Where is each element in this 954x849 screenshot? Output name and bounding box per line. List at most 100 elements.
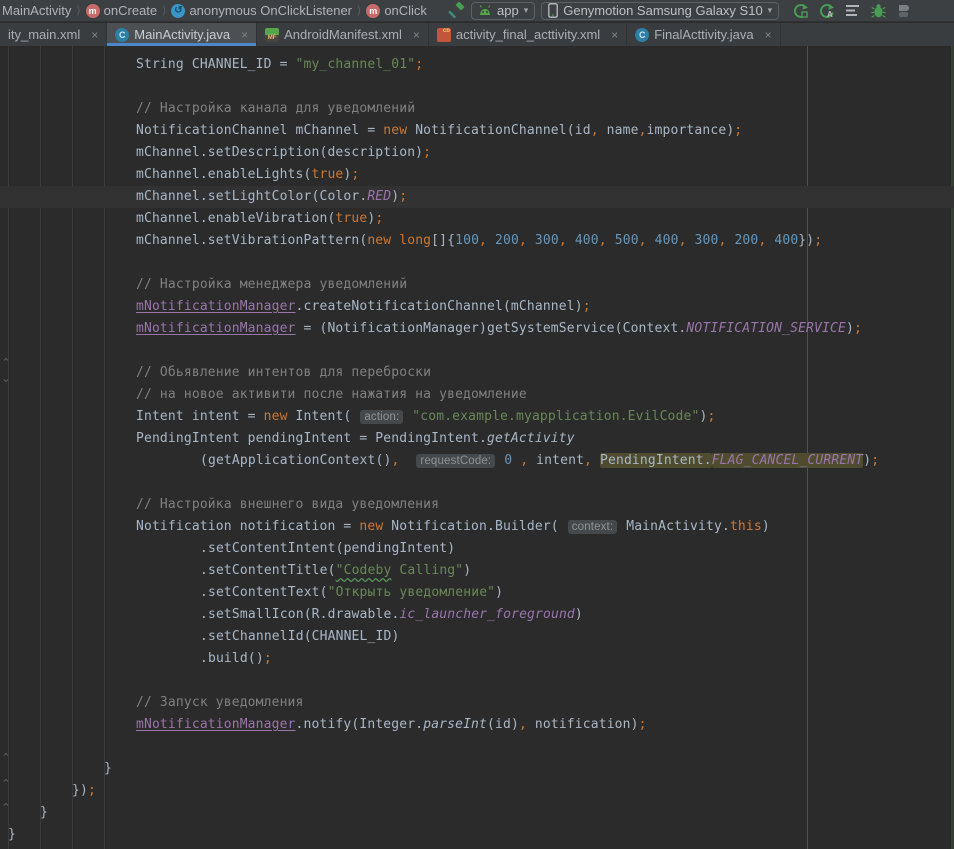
code-line[interactable] (0, 252, 954, 274)
tab-label: MainActivity.java (134, 27, 230, 42)
breadcrumb-label: onCreate (104, 3, 157, 18)
code-line[interactable] (0, 736, 954, 758)
code-token: new (367, 233, 391, 248)
code-line[interactable] (0, 670, 954, 692)
code-line[interactable]: }); (0, 780, 954, 802)
breadcrumb-item-oncreate[interactable]: m onCreate (86, 3, 157, 18)
apply-code-changes-icon[interactable]: A (819, 3, 835, 19)
code-line[interactable]: mNotificationManager = (NotificationMana… (0, 318, 954, 340)
phone-icon (548, 3, 558, 18)
close-tab-icon[interactable]: × (765, 28, 772, 42)
code-token: ) (846, 321, 854, 336)
close-tab-icon[interactable]: × (413, 28, 420, 42)
code-line[interactable]: PendingIntent pendingIntent = PendingInt… (0, 428, 954, 450)
code-token: new (359, 519, 383, 534)
code-token: , (679, 233, 687, 248)
close-tab-icon[interactable]: × (91, 28, 98, 42)
profiler-icon[interactable] (845, 4, 861, 18)
tab-activity-final-acttivity-xml[interactable]: cb activity_final_acttivity.xml × (429, 23, 627, 46)
breadcrumb-item-anonymous-listener[interactable]: ↺ anonymous OnClickListener (171, 3, 352, 18)
tab-androidmanifest-xml[interactable]: MF AndroidManifest.xml × (257, 23, 429, 46)
code-line[interactable]: mChannel.setDescription(description); (0, 142, 954, 164)
code-line[interactable]: mChannel.enableLights(true); (0, 164, 954, 186)
code-line[interactable] (0, 340, 954, 362)
code-line[interactable]: // Настройка менеджера уведомлений (0, 274, 954, 296)
apply-changes-icon[interactable] (793, 3, 809, 19)
fold-marker-icon[interactable]: ⌃ (0, 779, 12, 789)
code-line[interactable]: mChannel.enableVibration(true); (0, 208, 954, 230)
code-token (399, 453, 415, 468)
code-token: "my_channel_01" (296, 57, 416, 72)
code-token: 200 (495, 233, 519, 248)
code-token: requestCode: (416, 454, 495, 468)
android-icon (478, 5, 492, 16)
code-line[interactable]: .build(); (0, 648, 954, 670)
code-line[interactable]: } (0, 824, 954, 846)
code-line[interactable]: .setChannelId(CHANNEL_ID) (0, 626, 954, 648)
code-token: ; (583, 299, 591, 314)
code-line[interactable]: .setContentTitle("Codeby Calling") (0, 560, 954, 582)
code-token: , (520, 453, 528, 468)
code-token: , (591, 123, 599, 138)
code-line[interactable]: .setSmallIcon(R.drawable.ic_launcher_for… (0, 604, 954, 626)
code-token: ; (423, 145, 431, 160)
code-editor[interactable]: String CHANNEL_ID = "my_channel_01"; // Н… (0, 46, 954, 849)
fold-marker-icon[interactable]: ⌃ (0, 358, 12, 368)
code-token: ; (351, 167, 359, 182)
code-line[interactable]: // Настройка канала для уведомлений (0, 98, 954, 120)
fold-marker-icon[interactable]: ⌃ (0, 753, 12, 763)
code-token: mChannel.enableLights( (136, 167, 312, 182)
close-tab-icon[interactable]: × (241, 28, 248, 42)
code-line[interactable]: mNotificationManager.createNotificationC… (0, 296, 954, 318)
code-line[interactable]: String CHANNEL_ID = "my_channel_01"; (0, 54, 954, 76)
code-area[interactable]: String CHANNEL_ID = "my_channel_01"; // Н… (0, 54, 954, 846)
code-token: , (559, 233, 567, 248)
method-icon: m (366, 4, 380, 18)
debug-icon[interactable] (871, 3, 886, 19)
close-tab-icon[interactable]: × (611, 28, 618, 42)
device-selector[interactable]: Genymotion Samsung Galaxy S10 ▾ (541, 2, 779, 20)
code-token (567, 233, 575, 248)
attach-debugger-icon[interactable] (896, 3, 911, 19)
code-line[interactable]: .setContentIntent(pendingIntent) (0, 538, 954, 560)
code-token: // Настройка канала для уведомлений (136, 101, 415, 116)
code-line[interactable]: mNotificationManager.notify(Integer.pars… (0, 714, 954, 736)
code-line[interactable] (0, 76, 954, 98)
code-line[interactable]: NotificationChannel mChannel = new Notif… (0, 120, 954, 142)
code-token: PendingIntent pendingIntent = PendingInt… (136, 431, 487, 446)
code-token: long (399, 233, 431, 248)
code-token: NotificationChannel(id (407, 123, 590, 138)
tab-activity-main-xml[interactable]: ity_main.xml × (0, 23, 107, 46)
code-line[interactable]: Intent intent = new Intent( action: "com… (0, 406, 954, 428)
code-token: ; (734, 123, 742, 138)
code-token: ic_launcher_foreground (399, 607, 575, 622)
code-line[interactable]: // Обьявление интентов для переброски (0, 362, 954, 384)
code-token: // Настройка внешнего вида уведомления (136, 497, 439, 512)
code-line[interactable]: // Запуск уведомления (0, 692, 954, 714)
fold-marker-icon[interactable]: ⌄ (0, 374, 12, 384)
breadcrumb-item-onclick[interactable]: m onClick (366, 3, 427, 18)
java-class-icon: C (115, 28, 129, 42)
fold-marker-icon[interactable]: ⌃ (0, 803, 12, 813)
tab-finalacttivity-java[interactable]: C FinalActtivity.java × (627, 23, 780, 46)
tab-label: activity_final_acttivity.xml (456, 27, 600, 42)
code-token (487, 233, 495, 248)
breadcrumb-item-class[interactable]: MainActivity (2, 3, 71, 18)
build-hammer-icon[interactable] (448, 2, 465, 19)
tab-mainactivity-java[interactable]: C MainActivity.java × (107, 23, 257, 46)
module-selector[interactable]: app ▾ (471, 2, 535, 20)
code-line[interactable]: } (0, 758, 954, 780)
code-line[interactable]: mChannel.setLightColor(Color.RED); (0, 186, 954, 208)
code-token (687, 233, 695, 248)
code-token: String CHANNEL_ID = (136, 57, 296, 72)
code-line[interactable]: // Настройка внешнего вида уведомления (0, 494, 954, 516)
code-token: context: (568, 520, 617, 534)
code-line[interactable]: // на новое активити после нажатия на ув… (0, 384, 954, 406)
code-line[interactable]: } (0, 802, 954, 824)
code-line[interactable]: Notification notification = new Notifica… (0, 516, 954, 538)
editor-tab-bar: ity_main.xml × C MainActivity.java × MF … (0, 23, 954, 46)
code-line[interactable] (0, 472, 954, 494)
code-line[interactable]: mChannel.setVibrationPattern(new long[]{… (0, 230, 954, 252)
code-line[interactable]: .setContentText("Открыть уведомление") (0, 582, 954, 604)
code-line[interactable]: (getApplicationContext(), requestCode: 0… (0, 450, 954, 472)
